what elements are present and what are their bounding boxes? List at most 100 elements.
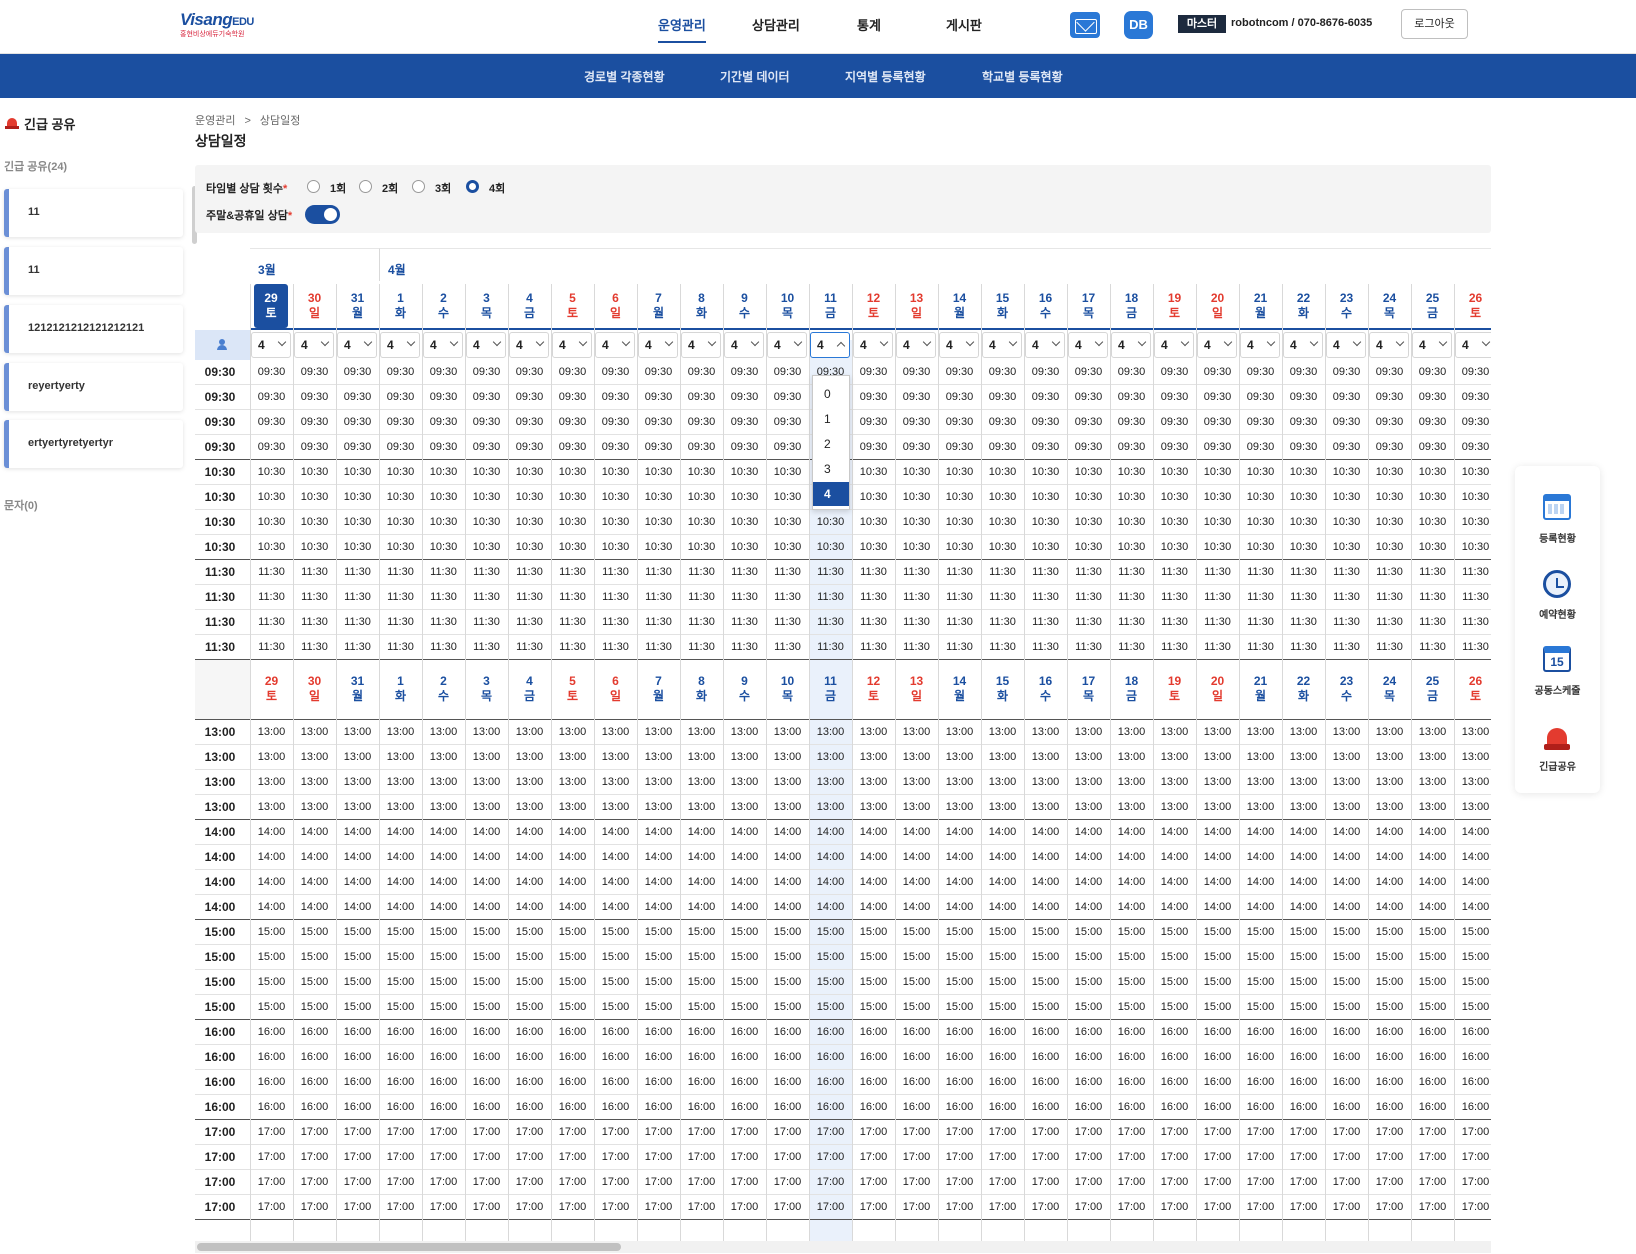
dropdown-option[interactable]: 2 [813, 432, 849, 456]
time-slot[interactable]: 11:30 [1024, 560, 1067, 585]
time-slot[interactable]: 16:00 [379, 1020, 422, 1045]
time-slot[interactable]: 15:00 [809, 995, 852, 1020]
time-slot[interactable]: 14:00 [1282, 820, 1325, 845]
time-slot[interactable]: 15:00 [594, 945, 637, 970]
time-slot[interactable]: 14:00 [938, 845, 981, 870]
time-slot[interactable]: 15:00 [1411, 945, 1454, 970]
time-slot[interactable]: 09:30 [594, 385, 637, 410]
time-slot[interactable]: 13:00 [938, 745, 981, 770]
time-slot[interactable]: 11:30 [1110, 585, 1153, 610]
time-slot[interactable]: 17:00 [1196, 1195, 1239, 1220]
time-slot[interactable]: 14:00 [336, 820, 379, 845]
time-slot[interactable]: 14:00 [895, 870, 938, 895]
time-slot[interactable]: 17:00 [1282, 1170, 1325, 1195]
time-slot[interactable]: 11:30 [809, 560, 852, 585]
time-slot[interactable]: 11:30 [379, 635, 422, 660]
time-slot[interactable]: 13:00 [1368, 720, 1411, 745]
time-slot[interactable]: 16:00 [1368, 1095, 1411, 1120]
time-slot[interactable]: 13:00 [1411, 770, 1454, 795]
time-slot[interactable]: 13:00 [1196, 770, 1239, 795]
time-slot[interactable]: 16:00 [422, 1045, 465, 1070]
time-slot[interactable]: 17:00 [852, 1120, 895, 1145]
time-slot[interactable]: 11:30 [336, 560, 379, 585]
time-slot[interactable]: 13:00 [1325, 795, 1368, 820]
time-slot[interactable]: 17:00 [293, 1145, 336, 1170]
time-slot[interactable]: 16:00 [895, 1020, 938, 1045]
time-slot[interactable]: 13:00 [637, 745, 680, 770]
time-slot[interactable]: 14:00 [981, 845, 1024, 870]
time-slot[interactable]: 14:00 [1454, 895, 1491, 920]
time-slot[interactable]: 14:00 [809, 820, 852, 845]
time-slot[interactable]: 13:00 [336, 770, 379, 795]
time-slot[interactable]: 17:00 [379, 1195, 422, 1220]
time-slot[interactable]: 11:30 [938, 585, 981, 610]
time-slot[interactable]: 13:00 [465, 795, 508, 820]
time-slot[interactable]: 17:00 [852, 1195, 895, 1220]
time-slot[interactable]: 15:00 [938, 945, 981, 970]
time-slot[interactable]: 09:30 [1282, 385, 1325, 410]
time-slot[interactable]: 13:00 [594, 770, 637, 795]
time-slot[interactable]: 10:30 [508, 510, 551, 535]
time-slot[interactable]: 10:30 [1368, 510, 1411, 535]
time-slot[interactable]: 13:00 [637, 795, 680, 820]
time-slot[interactable]: 15:00 [981, 970, 1024, 995]
time-slot[interactable]: 11:30 [1024, 585, 1067, 610]
time-slot[interactable]: 09:30 [1153, 360, 1196, 385]
time-slot[interactable]: 11:30 [766, 635, 809, 660]
dropdown-option[interactable]: 1 [813, 407, 849, 431]
time-slot[interactable]: 16:00 [637, 1095, 680, 1120]
time-slot[interactable]: 14:00 [1368, 845, 1411, 870]
time-slot[interactable]: 11:30 [551, 560, 594, 585]
time-slot[interactable]: 15:00 [895, 970, 938, 995]
scrollbar-thumb[interactable] [197, 1243, 621, 1251]
time-slot[interactable]: 13:00 [1196, 745, 1239, 770]
time-slot[interactable]: 14:00 [1067, 895, 1110, 920]
time-slot[interactable]: 13:00 [293, 745, 336, 770]
time-slot[interactable]: 14:00 [1067, 845, 1110, 870]
time-slot[interactable]: 10:30 [1411, 485, 1454, 510]
time-slot[interactable]: 09:30 [1325, 410, 1368, 435]
time-slot[interactable]: 16:00 [766, 1070, 809, 1095]
time-slot[interactable]: 09:30 [422, 360, 465, 385]
time-slot[interactable]: 15:00 [1067, 945, 1110, 970]
time-slot[interactable]: 15:00 [293, 970, 336, 995]
time-slot[interactable]: 10:30 [1110, 510, 1153, 535]
time-slot[interactable]: 14:00 [852, 820, 895, 845]
time-slot[interactable]: 16:00 [1325, 1095, 1368, 1120]
time-slot[interactable]: 17:00 [1196, 1120, 1239, 1145]
time-slot[interactable]: 09:30 [981, 435, 1024, 460]
time-slot[interactable]: 10:30 [594, 485, 637, 510]
time-slot[interactable]: 16:00 [422, 1070, 465, 1095]
time-slot[interactable]: 15:00 [465, 945, 508, 970]
time-slot[interactable]: 09:30 [1411, 385, 1454, 410]
time-slot[interactable]: 11:30 [1325, 585, 1368, 610]
time-slot[interactable]: 09:30 [895, 360, 938, 385]
time-slot[interactable]: 11:30 [981, 635, 1024, 660]
time-slot[interactable]: 16:00 [508, 1045, 551, 1070]
time-slot[interactable]: 10:30 [852, 510, 895, 535]
time-slot[interactable]: 10:30 [465, 535, 508, 560]
time-slot[interactable]: 11:30 [981, 560, 1024, 585]
time-slot[interactable]: 16:00 [895, 1045, 938, 1070]
time-slot[interactable]: 11:30 [1368, 635, 1411, 660]
time-slot[interactable]: 09:30 [336, 385, 379, 410]
time-slot[interactable]: 14:00 [1239, 820, 1282, 845]
time-slot[interactable]: 10:30 [594, 510, 637, 535]
time-slot[interactable]: 10:30 [422, 485, 465, 510]
time-slot[interactable]: 13:00 [508, 795, 551, 820]
time-slot[interactable]: 15:00 [379, 995, 422, 1020]
time-slot[interactable]: 16:00 [551, 1020, 594, 1045]
time-slot[interactable]: 11:30 [1282, 560, 1325, 585]
time-slot[interactable]: 17:00 [293, 1120, 336, 1145]
time-slot[interactable]: 15:00 [1153, 920, 1196, 945]
time-slot[interactable]: 13:00 [680, 795, 723, 820]
time-slot[interactable]: 11:30 [1110, 610, 1153, 635]
time-slot[interactable]: 09:30 [422, 385, 465, 410]
time-slot[interactable]: 10:30 [1368, 485, 1411, 510]
time-slot[interactable]: 09:30 [594, 360, 637, 385]
time-slot[interactable]: 13:00 [293, 795, 336, 820]
time-slot[interactable]: 17:00 [981, 1195, 1024, 1220]
time-slot[interactable]: 13:00 [680, 770, 723, 795]
time-slot[interactable]: 16:00 [594, 1095, 637, 1120]
time-slot[interactable]: 15:00 [1368, 920, 1411, 945]
